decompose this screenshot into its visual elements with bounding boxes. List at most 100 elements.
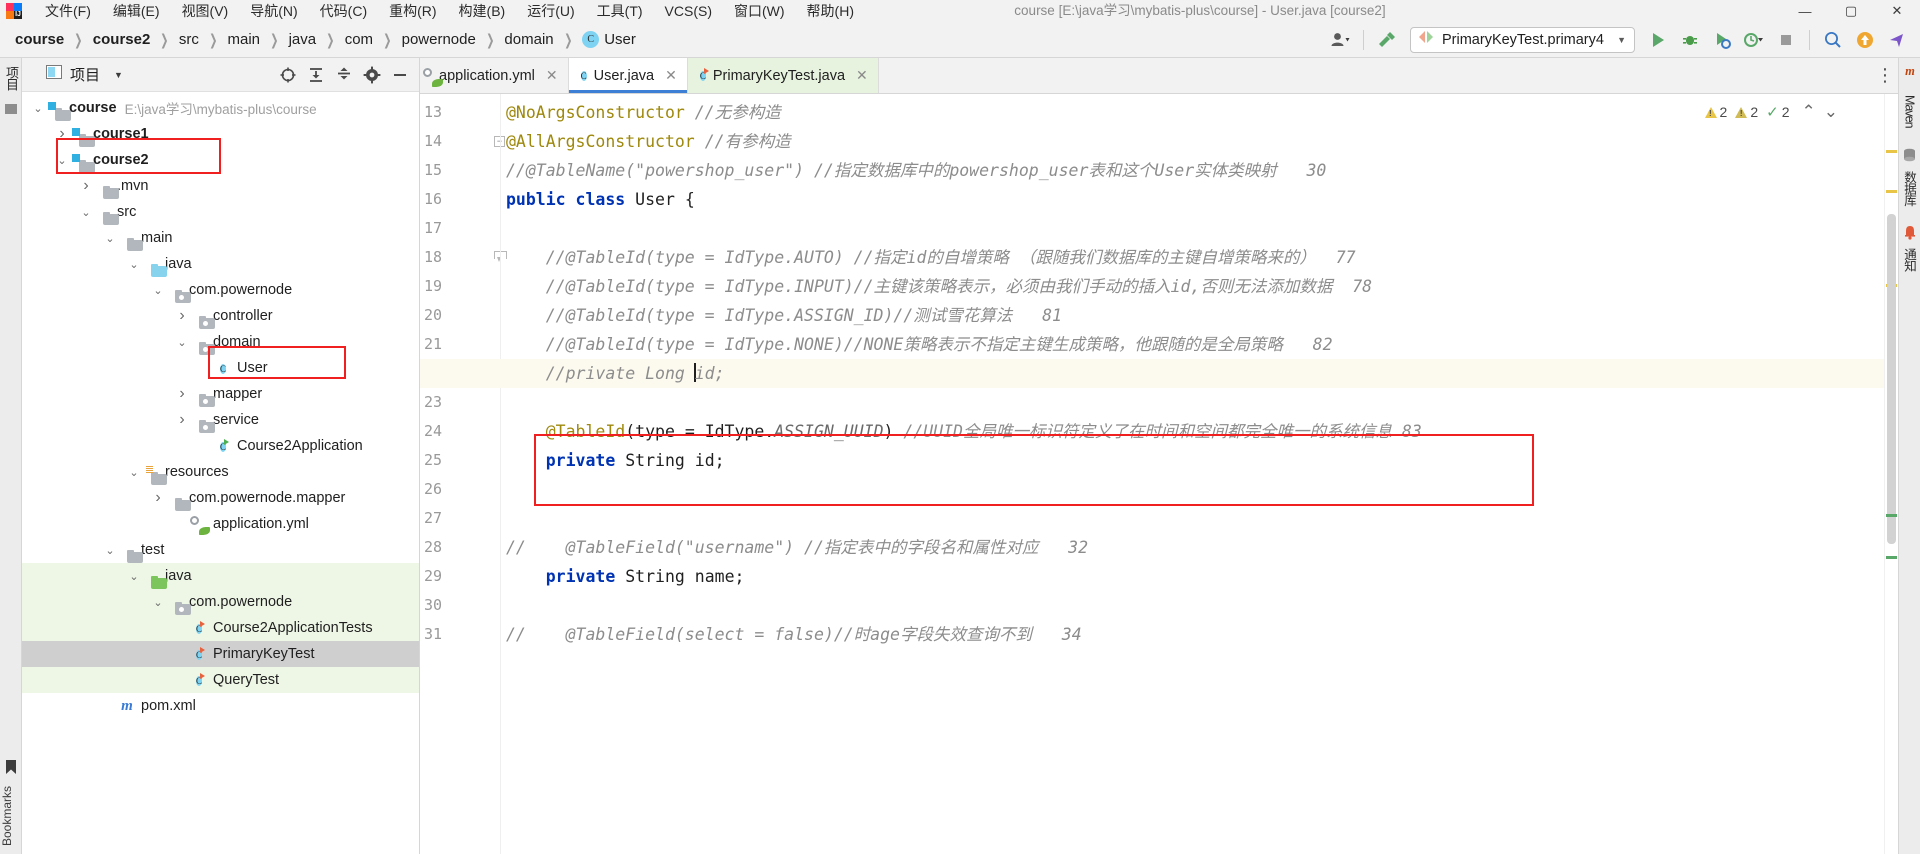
- menu-item-10[interactable]: 窗口(W): [723, 0, 796, 22]
- editor-tab-user-java[interactable]: C User.java ✕: [568, 58, 688, 93]
- chevron-down-icon[interactable]: ⌄: [102, 232, 118, 245]
- chevron-right-icon[interactable]: ›: [150, 489, 166, 507]
- database-icon[interactable]: [1903, 138, 1916, 165]
- tree-node-main[interactable]: ⌄ main: [22, 225, 419, 251]
- minimize-button[interactable]: —: [1782, 0, 1828, 22]
- tree-node-service[interactable]: › service: [22, 407, 419, 433]
- tree-node-com-powernode[interactable]: ⌄ com.powernode: [22, 589, 419, 615]
- close-icon[interactable]: ✕: [665, 67, 677, 84]
- close-button[interactable]: ✕: [1874, 0, 1920, 22]
- user-account-icon[interactable]: [1325, 26, 1355, 54]
- menu-item-8[interactable]: 工具(T): [586, 0, 654, 22]
- breadcrumb-item-powernode[interactable]: powernode: [397, 29, 481, 50]
- chevron-down-icon[interactable]: ⌄: [126, 466, 142, 479]
- menu-item-6[interactable]: 构建(B): [448, 0, 517, 22]
- project-tree[interactable]: ⌄ course E:\java学习\mybatis-plus\course › cou…: [22, 92, 419, 719]
- code-line[interactable]: //@TableId(type = IdType.NONE)//NONE策略表示…: [506, 330, 1333, 359]
- search-icon[interactable]: [1818, 26, 1848, 54]
- run-with-coverage-icon[interactable]: [1707, 26, 1737, 54]
- editor-tab-application-yml[interactable]: application.yml ✕: [420, 58, 569, 93]
- chevron-down-icon[interactable]: ⌄: [78, 206, 94, 219]
- menu-item-7[interactable]: 运行(U): [516, 0, 585, 22]
- settings-gear-icon[interactable]: [359, 62, 385, 88]
- code-line[interactable]: // @TableField(select = false)//时age字段失效…: [506, 620, 1082, 649]
- previous-highlight-icon[interactable]: ⌃: [1802, 102, 1816, 122]
- breadcrumb-item-java[interactable]: java: [284, 29, 322, 50]
- structure-icon[interactable]: [0, 98, 22, 120]
- breadcrumb[interactable]: course ❯ course2 ❯ src ❯ main ❯ java ❯ com ❯ powerno…: [0, 29, 641, 50]
- run-configuration-selector[interactable]: PrimaryKeyTest.primary4 ▼: [1410, 26, 1635, 53]
- breadcrumb-item-src[interactable]: src: [174, 29, 204, 50]
- code-line[interactable]: @AllArgsConstructor //有参构造: [506, 127, 791, 156]
- next-highlight-icon[interactable]: ⌄: [1824, 102, 1838, 122]
- tree-node-controller[interactable]: › controller: [22, 303, 419, 329]
- chevron-right-icon[interactable]: ›: [54, 125, 70, 143]
- tree-node-java[interactable]: ⌄ java: [22, 251, 419, 277]
- chevron-down-icon[interactable]: ⌄: [102, 544, 118, 557]
- tree-node-resources[interactable]: ⌄ resources: [22, 459, 419, 485]
- share-icon[interactable]: [1882, 26, 1912, 54]
- tree-node-pom-xml[interactable]: m pom.xml: [22, 693, 419, 719]
- tree-node-com-powernode-mapper[interactable]: › com.powernode.mapper: [22, 485, 419, 511]
- select-opened-file-icon[interactable]: [275, 62, 301, 88]
- maximize-button[interactable]: ▢: [1828, 0, 1874, 22]
- chevron-down-icon[interactable]: ⌄: [174, 336, 190, 349]
- editor-scrollbar[interactable]: [1884, 94, 1898, 854]
- chevron-right-icon[interactable]: ›: [174, 411, 190, 429]
- bookmarks-icon[interactable]: [0, 759, 22, 780]
- code-line[interactable]: //@TableId(type = IdType.AUTO) //指定id的自增…: [506, 243, 1356, 272]
- tree-node-com-powernode[interactable]: ⌄ com.powernode: [22, 277, 419, 303]
- profiler-icon[interactable]: [1739, 26, 1769, 54]
- close-icon[interactable]: ✕: [546, 67, 558, 84]
- chevron-right-icon[interactable]: ›: [78, 177, 94, 195]
- inspection-widget[interactable]: 2 2 ✓ 2 ⌃ ⌄: [1704, 102, 1838, 122]
- stop-button[interactable]: [1771, 26, 1801, 54]
- tree-node-course2applicationtests[interactable]: C Course2ApplicationTests: [22, 615, 419, 641]
- tree-node-course1[interactable]: › course1: [22, 121, 419, 147]
- menu-item-11[interactable]: 帮助(H): [796, 0, 865, 22]
- menu-item-1[interactable]: 编辑(E): [102, 0, 171, 22]
- editor-tabs-more-icon[interactable]: ⋮: [1872, 58, 1898, 93]
- menu-item-2[interactable]: 视图(V): [171, 0, 240, 22]
- code-line[interactable]: //@TableName("powershop_user") //指定数据库中的…: [506, 156, 1326, 185]
- sidebar-item-database[interactable]: 数据库: [1900, 165, 1919, 216]
- tree-node-primarykeytest[interactable]: C PrimaryKeyTest: [22, 641, 419, 667]
- warnings-count-2[interactable]: 2: [1735, 104, 1758, 120]
- stripe-warning-mark-2[interactable]: [1886, 190, 1897, 193]
- menu-item-3[interactable]: 导航(N): [239, 0, 308, 22]
- code-line[interactable]: //private Long id;: [506, 359, 725, 388]
- stripe-ok-mark[interactable]: [1886, 514, 1897, 517]
- tree-node-test[interactable]: ⌄ test: [22, 537, 419, 563]
- chevron-down-icon[interactable]: ⌄: [150, 596, 166, 609]
- chevron-right-icon[interactable]: ›: [174, 307, 190, 325]
- sidebar-item-project[interactable]: 项目: [0, 58, 23, 98]
- code-line[interactable]: //@TableId(type = IdType.INPUT)//主键该策略表示…: [506, 272, 1372, 301]
- tree-node-course[interactable]: ⌄ course E:\java学习\mybatis-plus\course: [22, 95, 419, 121]
- update-icon[interactable]: [1850, 26, 1880, 54]
- chevron-down-icon[interactable]: ⌄: [54, 154, 70, 167]
- menu-item-0[interactable]: 文件(F): [34, 0, 102, 22]
- chevron-right-icon[interactable]: ›: [174, 385, 190, 403]
- sidebar-item-maven[interactable]: Maven: [1903, 89, 1917, 138]
- code-line[interactable]: private String name;: [506, 562, 745, 591]
- breadcrumb-item-course[interactable]: course: [10, 29, 69, 50]
- tree-node-java[interactable]: ⌄ java: [22, 563, 419, 589]
- sidebar-item-notifications[interactable]: 通知: [1900, 242, 1919, 281]
- collapse-all-icon[interactable]: [331, 62, 357, 88]
- menu-item-9[interactable]: VCS(S): [654, 0, 723, 22]
- code-line[interactable]: private String id;: [506, 446, 725, 475]
- hammer-icon[interactable]: [1372, 26, 1402, 54]
- run-button[interactable]: [1643, 26, 1673, 54]
- code-line[interactable]: @NoArgsConstructor //无参构造: [506, 98, 781, 127]
- checks-count[interactable]: ✓ 2: [1766, 103, 1789, 121]
- tree-node--mvn[interactable]: › .mvn: [22, 173, 419, 199]
- editor-tabs[interactable]: application.yml ✕ C User.java ✕ C PrimaryKeyTe…: [420, 58, 1898, 94]
- chevron-down-icon[interactable]: ⌄: [126, 570, 142, 583]
- chevron-down-icon[interactable]: ⌄: [126, 258, 142, 271]
- code-line[interactable]: // @TableField("username") //指定表中的字段名和属性…: [506, 533, 1088, 562]
- menu-item-4[interactable]: 代码(C): [309, 0, 378, 22]
- debug-icon[interactable]: [1675, 26, 1705, 54]
- close-icon[interactable]: ✕: [856, 67, 868, 84]
- code-line[interactable]: public class User {: [506, 185, 695, 214]
- chevron-down-icon[interactable]: ⌄: [150, 284, 166, 297]
